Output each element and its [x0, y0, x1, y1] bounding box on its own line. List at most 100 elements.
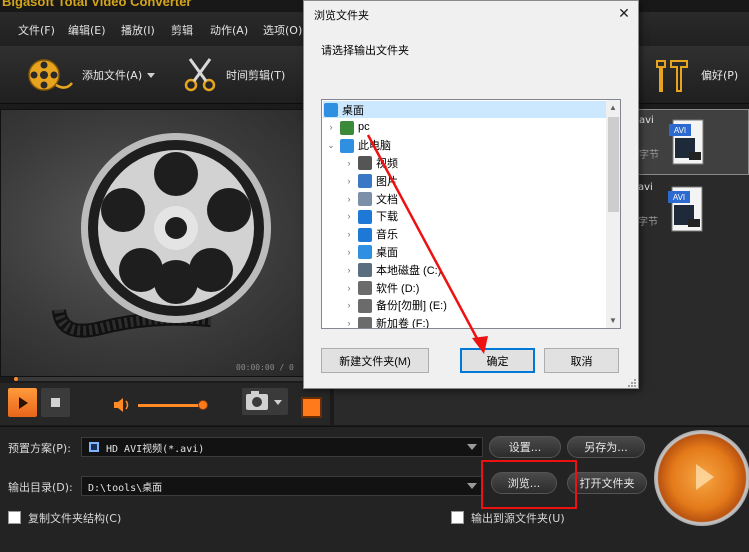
scroll-thumb[interactable] — [608, 117, 619, 212]
menu-edit[interactable]: 编辑(E) — [68, 22, 106, 38]
menu-play[interactable]: 播放(I) — [121, 22, 155, 38]
fullscreen-button[interactable] — [301, 397, 322, 418]
expand-right-icon[interactable]: › — [327, 122, 335, 132]
tree-item[interactable]: › 音乐 — [323, 226, 607, 243]
tree-item[interactable]: › 本地磁盘 (C:) — [323, 261, 607, 278]
preset-select[interactable]: HD AVI视频(*.avi) — [81, 437, 483, 457]
timecode: 00:00:00 / 0 — [236, 363, 294, 372]
file-name: avi — [638, 182, 653, 193]
expand-right-icon[interactable]: › — [345, 158, 353, 168]
preset-label: 预置方案(P): — [8, 442, 71, 455]
chevron-down-icon[interactable] — [467, 483, 477, 489]
tree-item-label: 桌面 — [342, 104, 364, 117]
resize-grip-icon[interactable] — [626, 377, 636, 387]
tree-item[interactable]: › 文档 — [323, 190, 607, 207]
expand-right-icon[interactable]: › — [345, 283, 353, 293]
music-icon — [358, 227, 372, 242]
video-preview — [0, 109, 330, 377]
avi-file-icon: AVI — [669, 119, 704, 165]
scroll-up-icon[interactable]: ▲ — [609, 103, 617, 112]
seek-fill — [14, 377, 18, 381]
expand-right-icon[interactable]: › — [345, 265, 353, 275]
tree-item-label: 软件 (D:) — [376, 282, 420, 295]
tree-item[interactable]: › 备份[勿删] (E:) — [323, 297, 607, 314]
tree-item-label: 本地磁盘 (C:) — [376, 264, 442, 277]
expand-right-icon[interactable]: › — [345, 176, 353, 186]
tree-item[interactable]: ⌄ 此电脑 — [323, 137, 607, 154]
camera-icon — [246, 391, 282, 410]
preference-button[interactable]: 偏好(P) — [651, 58, 738, 92]
expand-down-icon[interactable]: ⌄ — [327, 140, 335, 151]
preference-label: 偏好(P) — [701, 69, 739, 82]
tree-item-label: 新加卷 (F:) — [376, 318, 430, 329]
tree-item[interactable]: › 视频 — [323, 154, 607, 171]
menu-options[interactable]: 选项(O) — [263, 22, 302, 38]
expand-right-icon[interactable]: › — [345, 194, 353, 204]
add-file-button[interactable]: 添加文件(A) — [26, 58, 156, 92]
volume-track[interactable] — [138, 404, 204, 407]
tree-item[interactable]: 桌面 — [323, 101, 607, 118]
time-clip-button[interactable]: 时间剪辑(T) — [182, 58, 285, 92]
seek-bar[interactable] — [14, 377, 314, 381]
expand-right-icon[interactable]: › — [345, 247, 353, 257]
tree-item-label: 图片 — [376, 175, 398, 188]
chevron-down-icon[interactable] — [147, 72, 156, 78]
tools-icon — [656, 60, 688, 92]
close-icon[interactable]: ✕ — [614, 4, 634, 22]
stop-button[interactable] — [41, 388, 70, 417]
copy-structure-checkbox[interactable] — [8, 511, 21, 524]
tree-item[interactable]: › 桌面 — [323, 243, 607, 260]
app-brand: Bigasoft Total Video Converter — [2, 0, 192, 9]
file-size: 字节 — [638, 217, 658, 228]
desktop-icon — [324, 103, 338, 117]
save-as-button[interactable]: 另存为... — [567, 436, 645, 458]
play-button[interactable] — [8, 388, 37, 417]
volume-slider-knob[interactable] — [198, 400, 208, 410]
drive-icon — [358, 298, 372, 313]
chevron-down-icon[interactable] — [467, 444, 477, 450]
expand-right-icon[interactable]: › — [345, 229, 353, 239]
expand-right-icon[interactable]: › — [345, 300, 353, 310]
pictures-folder-icon — [358, 174, 372, 189]
settings-button[interactable]: 设置... — [489, 436, 561, 458]
convert-start-button[interactable] — [654, 430, 749, 526]
cancel-button[interactable]: 取消 — [544, 348, 619, 373]
tree-item[interactable]: › pc — [323, 119, 607, 136]
file-size: 字节 — [639, 150, 659, 161]
ok-button[interactable]: 确定 — [460, 348, 535, 373]
menu-clip[interactable]: 剪辑 — [171, 22, 193, 38]
menu-file[interactable]: 文件(F) — [18, 22, 55, 38]
tree-item[interactable]: › 图片 — [323, 172, 607, 189]
menu-action[interactable]: 动作(A) — [210, 22, 248, 38]
player-controls — [0, 383, 330, 425]
video-folder-icon — [358, 156, 372, 171]
tree-scrollbar[interactable]: ▲ ▼ — [606, 100, 620, 328]
scroll-down-icon[interactable]: ▼ — [609, 316, 617, 325]
volume-icon[interactable] — [112, 395, 132, 415]
output-dir-value: D:\tools\桌面 — [88, 482, 163, 494]
tree-item[interactable]: › 新加卷 (F:) — [323, 315, 607, 329]
user-icon — [340, 120, 354, 135]
annotation-highlight-box — [481, 460, 577, 509]
output-dir-label: 输出目录(D): — [8, 481, 73, 494]
open-folder-button[interactable]: 打开文件夹 — [567, 472, 647, 494]
drive-icon — [358, 281, 372, 295]
avi-file-icon: AVI — [668, 186, 703, 232]
tree-item[interactable]: › 软件 (D:) — [323, 279, 607, 296]
output-to-source-checkbox[interactable] — [451, 511, 464, 524]
tree-item-label: 下载 — [376, 211, 398, 224]
tree-item[interactable]: › 下载 — [323, 208, 607, 225]
expand-right-icon[interactable]: › — [345, 318, 353, 328]
desktop-icon — [358, 245, 372, 260]
output-dir-input[interactable]: D:\tools\桌面 — [81, 476, 483, 496]
tree-item-label: 此电脑 — [358, 140, 391, 153]
preset-value: HD AVI视频(*.avi) — [106, 443, 205, 455]
dialog-prompt: 请选择输出文件夹 — [321, 45, 409, 57]
avi-badge: AVI — [674, 126, 686, 135]
copy-structure-label: 复制文件夹结构(C) — [28, 512, 122, 525]
snapshot-button[interactable] — [242, 388, 288, 415]
new-folder-button[interactable]: 新建文件夹(M) — [321, 348, 429, 373]
folder-tree[interactable]: 桌面 › pc ⌄ 此电脑 › 视频 › 图片 › 文档 › 下载 › 音乐 › 桌面 › 本地磁盘 (C:) › 软件… — [321, 99, 621, 329]
expand-right-icon[interactable]: › — [345, 211, 353, 221]
add-file-label: 添加文件(A) — [82, 69, 143, 82]
